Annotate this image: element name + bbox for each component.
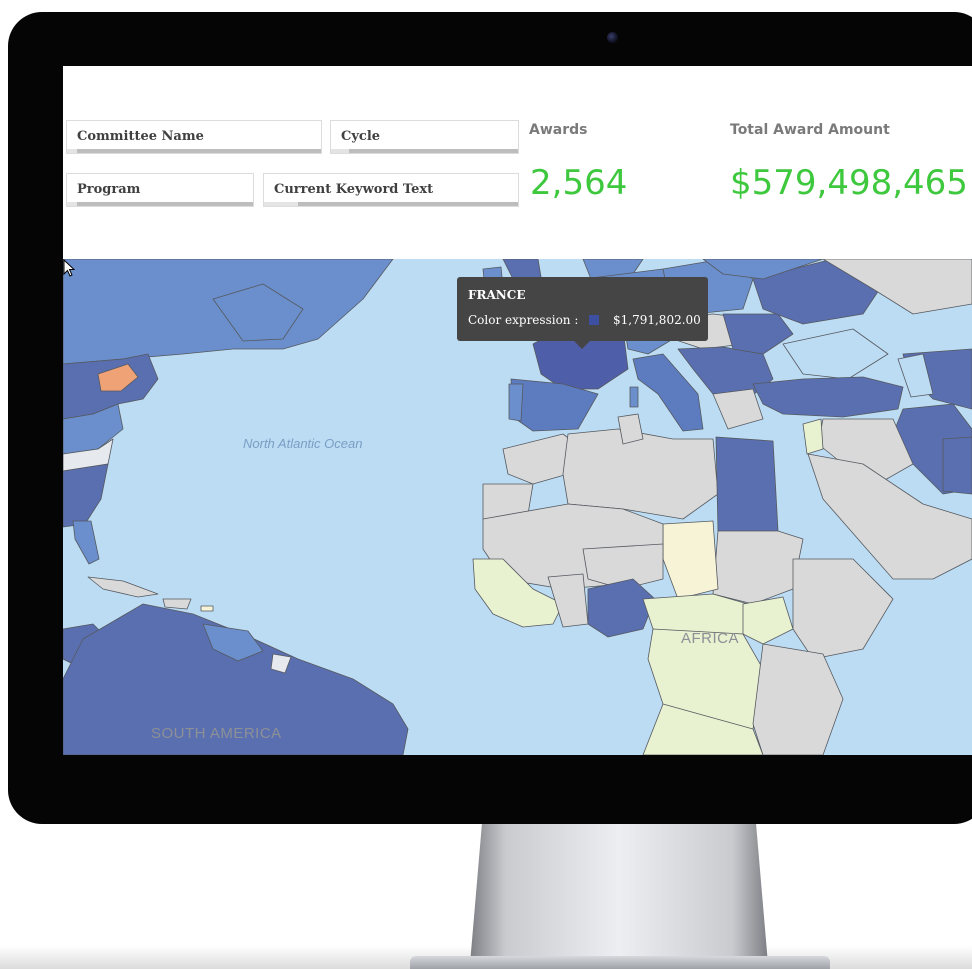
region-sardinia	[629, 386, 639, 408]
continent-label-south-america: SOUTH AMERICA	[151, 725, 282, 742]
region-chad	[662, 520, 719, 600]
program-filter[interactable]: Program	[66, 173, 254, 207]
total-award-amount-kpi-label: Total Award Amount	[730, 122, 890, 138]
region-portugal	[508, 383, 524, 422]
cycle-filter[interactable]: Cycle	[330, 120, 519, 154]
committee-name-filter-label: Committee Name	[77, 129, 204, 144]
current-keyword-text-filter[interactable]: Current Keyword Text	[263, 173, 519, 207]
region-black-sea	[782, 328, 889, 380]
filter-selection-bar	[331, 149, 518, 153]
region-hispaniola	[162, 598, 192, 610]
ocean-label-north-atlantic: North Atlantic Ocean	[243, 436, 363, 451]
dashboard-screen: Committee Name Cycle Program Current Key…	[63, 66, 972, 755]
country-tooltip: FRANCE Color expression : $1,791,802.00	[457, 277, 708, 349]
webcam-icon	[607, 32, 618, 43]
committee-name-filter[interactable]: Committee Name	[66, 120, 322, 154]
tooltip-country-name: FRANCE	[468, 288, 526, 302]
total-award-amount-kpi-value: $579,498,465	[730, 163, 968, 203]
region-south-sudan	[742, 596, 794, 645]
region-romania	[722, 313, 794, 355]
awards-kpi-value: 2,564	[530, 163, 628, 203]
region-israel	[802, 418, 824, 455]
region-sudan	[712, 530, 804, 605]
region-turkey	[752, 376, 904, 418]
tooltip-measure-value: $1,791,802.00	[613, 313, 701, 327]
monitor-stand-base	[410, 956, 830, 969]
program-filter-label: Program	[77, 182, 141, 197]
world-choropleth-map[interactable]: North Atlantic Ocean AFRICA SOUTH AMERIC…	[63, 259, 972, 755]
arrow-cursor-icon	[63, 259, 75, 277]
cycle-filter-label: Cycle	[341, 129, 381, 144]
monitor-stand	[470, 824, 768, 964]
tooltip-color-swatch	[589, 315, 599, 325]
region-cuba	[87, 576, 159, 598]
continent-label-africa: AFRICA	[681, 630, 740, 647]
region-egypt	[715, 436, 779, 532]
region-east-africa	[752, 643, 844, 755]
region-puerto-rico	[200, 605, 214, 612]
region-ethiopia-somalia	[792, 558, 894, 660]
tooltip-measure-label: Color expression :	[468, 313, 579, 327]
region-afghanistan	[942, 436, 972, 495]
region-greece	[712, 388, 764, 430]
filter-selection-bar	[67, 149, 321, 153]
region-florida	[72, 520, 100, 565]
filter-selection-bar	[67, 202, 253, 206]
region-usa-southeast	[63, 463, 109, 528]
filter-selection-bar	[264, 202, 518, 206]
current-keyword-text-filter-label: Current Keyword Text	[274, 182, 434, 197]
region-nigeria	[587, 578, 656, 638]
awards-kpi-label: Awards	[529, 122, 588, 138]
